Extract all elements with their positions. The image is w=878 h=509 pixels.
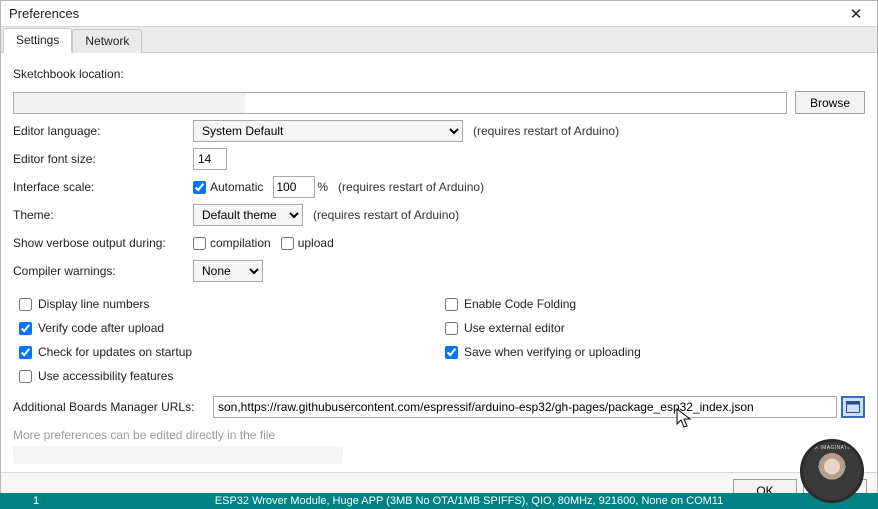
line-numbers-checkbox[interactable]: [19, 298, 32, 311]
scale-input[interactable]: [273, 176, 315, 198]
external-editor-label: Use external editor: [464, 321, 565, 335]
font-size-label: Editor font size:: [13, 152, 193, 166]
restart-hint-2: (requires restart of Arduino): [338, 180, 484, 194]
avatar: MAX IMAGINATION: [800, 439, 864, 503]
titlebar: Preferences ✕: [1, 1, 877, 27]
more-prefs-text: More preferences can be edited directly …: [13, 428, 865, 442]
status-line-number: 1: [6, 495, 66, 507]
expand-urls-button[interactable]: [841, 396, 865, 418]
additional-urls-input[interactable]: [213, 396, 837, 418]
tab-settings[interactable]: Settings: [3, 28, 72, 53]
compiler-warnings-select[interactable]: None: [193, 260, 263, 282]
accessibility-checkbox[interactable]: [19, 370, 32, 383]
accessibility-label: Use accessibility features: [38, 369, 173, 383]
automatic-checkbox[interactable]: [193, 181, 206, 194]
sketchbook-label: Sketchbook location:: [13, 67, 124, 81]
check-updates-checkbox[interactable]: [19, 346, 32, 359]
window-title: Preferences: [9, 6, 79, 21]
save-verify-checkbox[interactable]: [445, 346, 458, 359]
restart-hint-3: (requires restart of Arduino): [313, 208, 459, 222]
tab-bar: Settings Network: [1, 27, 877, 53]
compilation-checkbox-wrap[interactable]: compilation: [193, 236, 271, 250]
automatic-checkbox-wrap[interactable]: Automatic: [193, 180, 263, 194]
settings-panel: Sketchbook location: Browse Editor langu…: [1, 53, 877, 472]
prefs-file-path: [13, 446, 343, 464]
avatar-label: MAX IMAGINATION: [803, 445, 861, 451]
restart-hint-1: (requires restart of Arduino): [473, 124, 619, 138]
save-verify-label: Save when verifying or uploading: [464, 345, 641, 359]
upload-checkbox[interactable]: [281, 237, 294, 250]
browse-button[interactable]: Browse: [795, 91, 865, 114]
line-numbers-label: Display line numbers: [38, 297, 149, 311]
check-updates-label: Check for updates on startup: [38, 345, 192, 359]
preferences-window: Preferences ✕ Settings Network Sketchboo…: [0, 0, 878, 509]
code-folding-checkbox[interactable]: [445, 298, 458, 311]
compiler-warnings-label: Compiler warnings:: [13, 264, 193, 278]
compilation-checkbox[interactable]: [193, 237, 206, 250]
percent-label: %: [317, 180, 328, 194]
theme-select[interactable]: Default theme: [193, 204, 303, 226]
external-editor-checkbox[interactable]: [445, 322, 458, 335]
close-icon: ✕: [850, 5, 863, 23]
status-board-info: ESP32 Wrover Module, Huge APP (3MB No OT…: [66, 495, 872, 507]
font-size-input[interactable]: [193, 148, 227, 170]
sketchbook-path-input[interactable]: [13, 92, 787, 114]
ide-status-bar: 1 ESP32 Wrover Module, Huge APP (3MB No …: [0, 493, 878, 509]
theme-label: Theme:: [13, 208, 193, 222]
window-icon: [846, 401, 860, 413]
editor-language-label: Editor language:: [13, 124, 193, 138]
code-folding-label: Enable Code Folding: [464, 297, 576, 311]
tab-network[interactable]: Network: [72, 29, 142, 53]
close-button[interactable]: ✕: [841, 3, 871, 25]
additional-urls-label: Additional Boards Manager URLs:: [13, 400, 213, 414]
verbose-label: Show verbose output during:: [13, 236, 193, 250]
upload-checkbox-wrap[interactable]: upload: [281, 236, 334, 250]
interface-scale-label: Interface scale:: [13, 180, 193, 194]
verify-upload-label: Verify code after upload: [38, 321, 164, 335]
editor-language-select[interactable]: System Default: [193, 120, 463, 142]
verify-upload-checkbox[interactable]: [19, 322, 32, 335]
